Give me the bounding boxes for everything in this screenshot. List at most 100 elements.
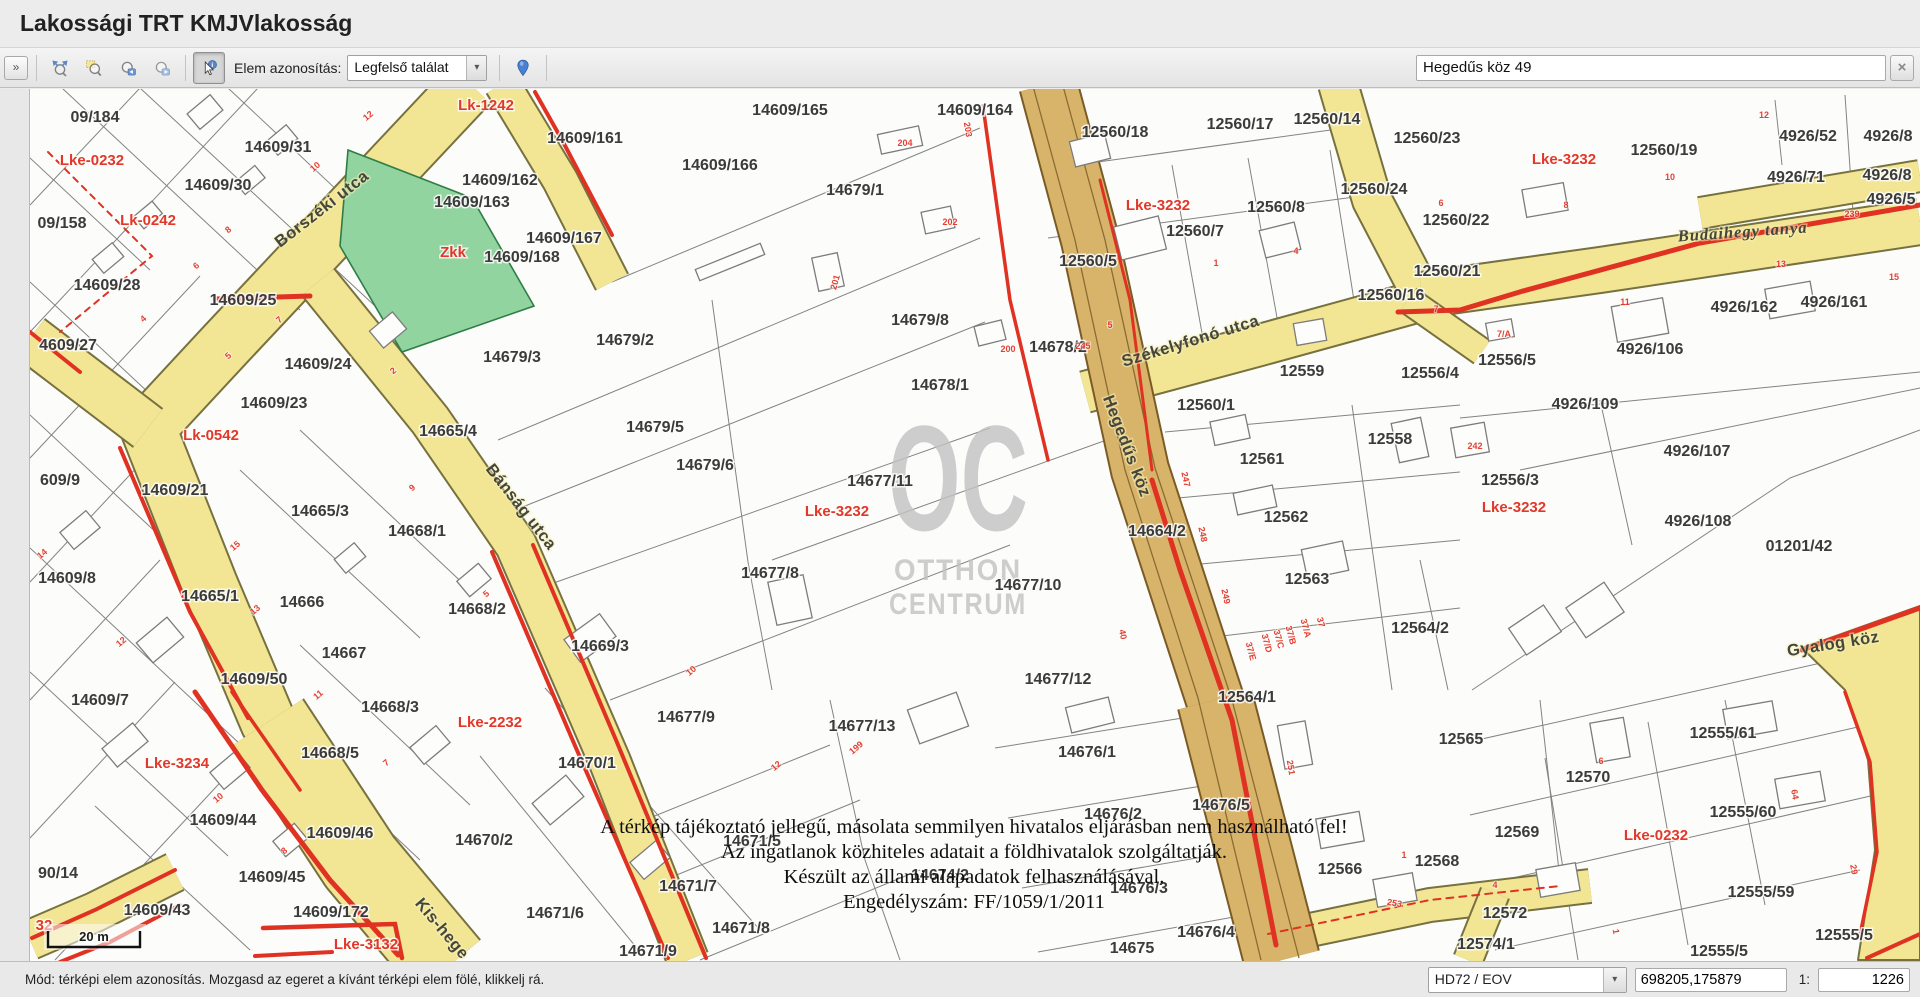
parcel-label: 14665/3	[291, 503, 349, 520]
parcel-label: 12570	[1566, 769, 1611, 786]
scale-value-field[interactable]	[1818, 968, 1910, 992]
parcel-label: 14666	[280, 594, 325, 611]
map-disclaimer-line: Az ingatlanok közhiteles adatait a földh…	[721, 841, 1227, 863]
parcel-label: 14671/8	[712, 920, 770, 937]
parcel-label: 14679/3	[483, 349, 541, 366]
house-number-label: 1	[1213, 258, 1218, 268]
zone-label: Lk-1242	[458, 97, 514, 114]
house-number-label: 40	[1117, 628, 1129, 640]
parcel-label: 12563	[1285, 571, 1330, 588]
parcel-label: 14609/167	[526, 230, 602, 247]
parcel-label: 14676/4	[1177, 924, 1235, 941]
house-number-label: 7	[1433, 304, 1438, 314]
chevron-down-icon: ▾	[1603, 968, 1626, 992]
parcel-label: 12574/1	[1457, 936, 1515, 953]
parcel-label: 14609/172	[293, 904, 369, 921]
parcel-label: 12555/61	[1690, 725, 1757, 742]
parcel-label: 12569	[1495, 824, 1540, 841]
parcel-label: 12558	[1368, 431, 1413, 448]
parcel-label: 12556/4	[1401, 365, 1459, 382]
building-footprint	[1590, 717, 1630, 762]
parcel-label: 09/184	[71, 109, 120, 126]
identify-cursor-icon: i	[200, 55, 218, 81]
house-number-label: 1	[1401, 850, 1406, 860]
map-viewport[interactable]: OCOTTHONCENTRUM Borszéki utcaBánság utca…	[30, 89, 1920, 961]
projection-select[interactable]: HD72 / EOV ▾	[1428, 967, 1627, 993]
house-number-label: 239	[1844, 209, 1859, 219]
expand-panel-button[interactable]: »	[4, 56, 28, 80]
parcel-label: 14677/13	[829, 718, 896, 735]
parcel-label: 14676/1	[1058, 744, 1116, 761]
parcel-label: 4926/107	[1664, 443, 1731, 460]
map-pin-icon	[514, 55, 532, 81]
zoom-previous-icon	[119, 55, 137, 81]
parcel-label: 14667	[322, 645, 367, 662]
chevron-down-icon: ▾	[466, 56, 486, 80]
parcel-label: 14677/10	[995, 577, 1062, 594]
parcel-label: 4609/27	[39, 337, 97, 354]
building-footprint	[1536, 863, 1580, 898]
parcel-label: 4926/109	[1552, 396, 1619, 413]
zone-label: Lke-0232	[1624, 827, 1688, 844]
parcel-label: 12560/7	[1166, 223, 1224, 240]
parcel-label: 12559	[1280, 363, 1325, 380]
scalebar: 20 m	[44, 924, 146, 950]
parcel-label: 14609/168	[484, 249, 560, 266]
collapsed-side-panel	[0, 89, 30, 961]
parcel-label: 14668/1	[388, 523, 446, 540]
identify-mode-select[interactable]: Legfelső találat ▾	[347, 55, 487, 81]
zone-label: Lke-3232	[1126, 197, 1190, 214]
zone-label: Lke-2232	[458, 714, 522, 731]
parcel-label: 14609/166	[682, 157, 758, 174]
parcel-label: 14609/43	[124, 902, 191, 919]
parcel-label: 4926/162	[1711, 299, 1778, 316]
parcel-label: 609/9	[40, 472, 80, 489]
status-bar: Mód: térképi elem azonosítás. Mozgasd az…	[0, 961, 1920, 997]
parcel-label: 14670/2	[455, 832, 513, 849]
map-disclaimer-line: A térkép tájékoztató jellegű, másolata s…	[600, 816, 1347, 838]
zoom-extent-button[interactable]	[44, 52, 76, 84]
parcel-label: 12560/5	[1059, 253, 1117, 270]
zone-label: Lke-3132	[334, 936, 398, 953]
parcel-label: 4926/52	[1779, 128, 1837, 145]
parcel-label: 12555/60	[1710, 804, 1777, 821]
parcel-label: 90/14	[38, 865, 78, 882]
parcel-label: 12560/24	[1341, 181, 1408, 198]
parcel-label: 14609/50	[221, 671, 288, 688]
parcel-label: 14671/9	[619, 943, 677, 960]
parcel-label: 12560/22	[1423, 212, 1490, 229]
parcel-label: 14609/162	[462, 172, 538, 189]
parcel-label: 14665/4	[419, 423, 477, 440]
parcel-label: 14678/1	[911, 377, 969, 394]
zoom-previous-button[interactable]	[112, 52, 144, 84]
house-number-label: 10	[1665, 172, 1675, 182]
parcel-label: 14671/6	[526, 905, 584, 922]
parcel-label: 12556/5	[1478, 352, 1536, 369]
coordinates-field[interactable]	[1635, 968, 1787, 992]
parcel-label: 14670/1	[558, 755, 616, 772]
zoom-next-button[interactable]	[146, 52, 178, 84]
identify-tool-button[interactable]: i	[193, 52, 225, 84]
parcel-label: 12568	[1415, 853, 1460, 870]
house-number-label: 4	[1492, 880, 1497, 890]
parcel-label: 14609/8	[38, 570, 96, 587]
search-input[interactable]	[1416, 55, 1886, 81]
status-mode-text: Mód: térképi elem azonosítás. Mozgasd az…	[25, 972, 544, 987]
parcel-label: 14669/3	[571, 638, 629, 655]
zoom-area-button[interactable]	[78, 52, 110, 84]
parcel-label: 12564/1	[1218, 689, 1276, 706]
parcel-label: 14609/164	[937, 102, 1013, 119]
parcel-label: 14609/25	[210, 292, 277, 309]
clear-search-button[interactable]: ×	[1890, 55, 1914, 81]
house-number-label: 15	[1889, 272, 1899, 282]
main-area: OCOTTHONCENTRUM Borszéki utcaBánság utca…	[0, 89, 1920, 961]
parcel-label: 14679/6	[676, 457, 734, 474]
parcel-label: 4926/8	[1863, 167, 1912, 184]
marker-tool-button[interactable]	[507, 52, 539, 84]
parcel-label: 12555/59	[1728, 884, 1795, 901]
parcel-label: 14609/21	[142, 482, 209, 499]
parcel-label: 14675	[1110, 940, 1155, 957]
parcel-label: 14609/30	[185, 177, 252, 194]
parcel-label: 12560/1	[1177, 397, 1235, 414]
toolbar: » i	[0, 47, 1920, 88]
